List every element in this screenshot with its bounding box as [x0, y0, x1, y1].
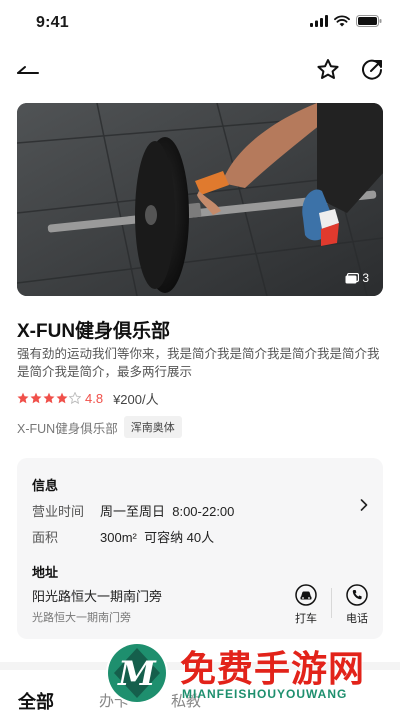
wifi-icon	[334, 15, 350, 27]
watermark-logo: M	[106, 642, 168, 704]
watermark-title: 免费手游网	[180, 649, 366, 690]
rating-stars	[17, 392, 81, 404]
cellular-signal-icon	[310, 15, 328, 27]
address-line-2: 光路恒大一期南门旁	[32, 612, 131, 624]
location-tag: 浑南奥体	[123, 416, 182, 438]
car-icon	[295, 584, 317, 606]
back-arrow-icon[interactable]	[14, 56, 42, 84]
svg-text:M: M	[117, 654, 157, 694]
info-card: 信息 营业时间 周一至周日 8:00-22:00 面积 300m² 可容纳 40…	[17, 458, 383, 639]
taxi-button[interactable]: 打车	[286, 584, 326, 626]
share-icon[interactable]	[358, 56, 386, 84]
rating-star-icon	[56, 392, 68, 404]
status-bar: 9:41	[0, 0, 400, 44]
photo-count-badge: 3	[345, 271, 369, 285]
status-icons	[310, 15, 382, 27]
photo-count: 3	[362, 271, 369, 285]
tab-all[interactable]: 全部	[18, 688, 54, 711]
rating-row: 4.8 ¥200/人	[17, 389, 159, 407]
rating-star-icon	[30, 392, 42, 404]
rating-star-icon	[69, 392, 81, 404]
club-name: X-FUN健身俱乐部	[17, 421, 118, 436]
phone-icon	[346, 584, 368, 606]
action-divider	[331, 588, 332, 618]
rating-star-icon	[43, 392, 55, 404]
watermark: M 免费手游网 MIANFEISHOUYOUWANG	[102, 636, 392, 711]
battery-icon	[356, 15, 382, 27]
phone-label: 电话	[346, 613, 368, 625]
phone-button[interactable]: 电话	[337, 584, 377, 626]
club-row: X-FUN健身俱乐部 浑南奥体	[17, 416, 182, 438]
address-line-1: 阳光路恒大一期南门旁	[32, 589, 163, 604]
rating-star-icon	[17, 392, 29, 404]
hero-image[interactable]: 3	[17, 103, 383, 296]
venue-description: 强有劲的运动我们等你来，我是简介我是简介我是简介我是简介我是简介我是简介，最多两…	[17, 347, 380, 379]
watermark-subtitle: MIANFEISHOUYOUWANG	[182, 687, 348, 701]
rating-value: 4.8	[85, 390, 104, 406]
venue-title: X-FUN健身俱乐部	[17, 321, 171, 342]
area-value: 300m² 可容纳 40人	[100, 530, 215, 545]
taxi-label: 打车	[295, 613, 317, 625]
hours-label: 营业时间	[32, 504, 85, 519]
hours-value: 周一至周日 8:00-22:00	[100, 504, 235, 519]
chevron-right-icon[interactable]	[357, 498, 371, 512]
gallery-icon	[345, 272, 360, 283]
gym-deadlift-photo	[17, 103, 383, 296]
navigation-bar	[0, 50, 400, 90]
info-heading: 信息	[32, 478, 59, 493]
address-heading: 地址	[32, 565, 59, 580]
status-time: 9:41	[36, 14, 69, 31]
area-label: 面积	[32, 530, 59, 545]
price-per-person: ¥200/人	[113, 391, 159, 407]
favorite-star-icon[interactable]	[314, 56, 342, 84]
